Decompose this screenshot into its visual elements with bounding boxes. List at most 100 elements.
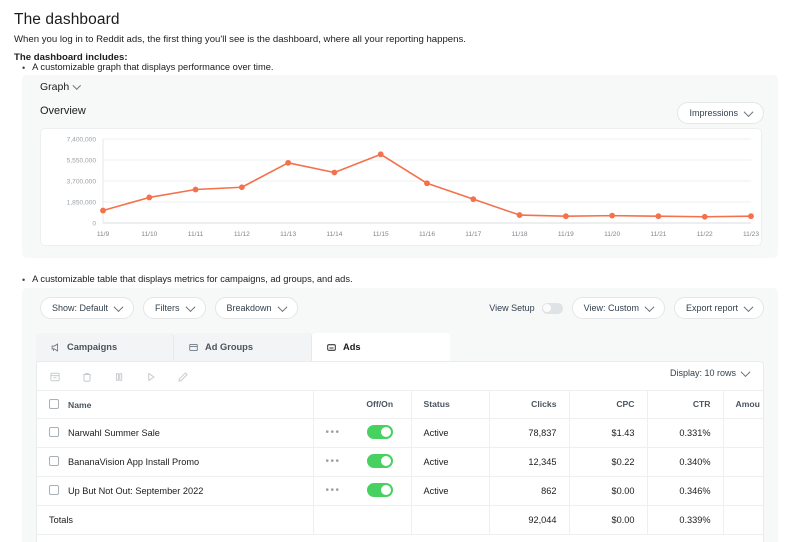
display-rows-label: Display: 10 rows <box>670 368 736 378</box>
chart-plot-area: 01,850,0003,700,0005,550,0007,400,000 11… <box>40 128 762 246</box>
intro-paragraph: When you log in to Reddit ads, the first… <box>14 34 466 45</box>
megaphone-icon <box>50 342 61 353</box>
table-row[interactable]: Up But Not Out: September 2022 ••• Activ… <box>37 476 764 505</box>
totals-ctr: 0.339% <box>647 505 723 534</box>
cell-cpc: $1.43 <box>569 418 647 447</box>
svg-text:11/17: 11/17 <box>465 231 481 238</box>
select-all-checkbox[interactable] <box>49 399 59 409</box>
chart-series-points <box>100 151 754 219</box>
cell-name-label: Narwahl Summer Sale <box>68 428 160 438</box>
entity-tabs: Campaigns Ad Groups Ads <box>36 333 764 361</box>
th-status[interactable]: Status <box>411 391 489 418</box>
chevron-down-icon <box>114 302 124 312</box>
th-ctr[interactable]: CTR <box>647 391 723 418</box>
th-amount[interactable]: Amou <box>723 391 764 418</box>
bullet-graph-text: A customizable graph that displays perfo… <box>32 62 273 72</box>
svg-text:11/21: 11/21 <box>650 231 666 238</box>
export-report-dropdown[interactable]: Export report <box>674 297 764 319</box>
filters-dropdown[interactable]: Filters <box>143 297 206 319</box>
trash-icon[interactable] <box>81 370 93 382</box>
table-row[interactable]: BananaVision App Install Promo ••• Activ… <box>37 447 764 476</box>
svg-text:0: 0 <box>92 221 96 228</box>
pause-icon[interactable] <box>113 370 125 382</box>
metric-selector-label: Impressions <box>689 108 738 118</box>
cell-amount <box>723 447 764 476</box>
totals-spacer <box>313 505 349 534</box>
page-root: The dashboard When you log in to Reddit … <box>0 0 800 542</box>
view-setup-toggle[interactable] <box>542 303 563 314</box>
breakdown-dropdown[interactable]: Breakdown <box>215 297 298 319</box>
export-report-label: Export report <box>686 303 738 313</box>
th-actions <box>313 391 349 418</box>
table-toolbar: Show: Default Filters Breakdown View Set… <box>22 297 778 323</box>
tab-ad-groups[interactable]: Ad Groups <box>174 333 312 361</box>
breakdown-dropdown-label: Breakdown <box>227 303 272 313</box>
th-cpc[interactable]: CPC <box>569 391 647 418</box>
row-toggle[interactable] <box>367 483 393 497</box>
th-offon[interactable]: Off/On <box>349 391 411 418</box>
chevron-down-icon <box>744 302 754 312</box>
graph-section-header[interactable]: Graph <box>40 81 80 93</box>
tab-campaigns-label: Campaigns <box>67 342 117 352</box>
cell-amount <box>723 418 764 447</box>
tab-campaigns[interactable]: Campaigns <box>36 333 174 361</box>
svg-text:11/18: 11/18 <box>512 231 528 238</box>
table-card: Show: Default Filters Breakdown View Set… <box>22 288 778 542</box>
cell-name-label: Up But Not Out: September 2022 <box>68 486 203 496</box>
view-dropdown[interactable]: View: Custom <box>572 297 665 319</box>
edit-icon[interactable] <box>177 370 189 382</box>
row-checkbox[interactable] <box>49 485 59 495</box>
overview-label: Overview <box>40 105 86 117</box>
th-clicks[interactable]: Clicks <box>489 391 569 418</box>
svg-text:5,550,000: 5,550,000 <box>67 158 97 165</box>
chevron-down-icon <box>741 367 751 377</box>
row-checkbox[interactable] <box>49 456 59 466</box>
show-dropdown[interactable]: Show: Default <box>40 297 134 319</box>
svg-text:11/11: 11/11 <box>188 231 204 238</box>
more-options-icon: ••• <box>326 485 341 496</box>
cell-cpc: $0.00 <box>569 476 647 505</box>
bullet-marker-icon: • <box>22 274 25 286</box>
metric-selector-dropdown[interactable]: Impressions <box>677 102 764 124</box>
cell-ctr: 0.340% <box>647 447 723 476</box>
archive-icon[interactable] <box>49 370 61 382</box>
table-header-row: Name Off/On Status Clicks CPC CTR Amou <box>37 391 764 418</box>
row-toggle[interactable] <box>367 425 393 439</box>
svg-text:11/10: 11/10 <box>141 231 157 238</box>
graph-card: Graph Overview Impressions 01,850,0003,7… <box>22 75 778 258</box>
view-setup-control[interactable]: View Setup <box>489 303 562 314</box>
play-icon[interactable] <box>145 370 157 382</box>
svg-text:11/20: 11/20 <box>604 231 620 238</box>
ads-metrics-table: Name Off/On Status Clicks CPC CTR Amou <box>37 391 764 535</box>
table-row[interactable]: Narwahl Summer Sale ••• Active 78,837 $1… <box>37 418 764 447</box>
row-overflow-menu[interactable]: ••• <box>313 447 349 476</box>
row-checkbox[interactable] <box>49 427 59 437</box>
show-dropdown-label: Show: Default <box>52 303 108 313</box>
th-name[interactable]: Name <box>37 391 313 418</box>
svg-text:11/15: 11/15 <box>373 231 389 238</box>
toolbar-right-group: View Setup View: Custom Export report <box>489 297 764 319</box>
svg-text:11/16: 11/16 <box>419 231 435 238</box>
totals-clicks: 92,044 <box>489 505 569 534</box>
svg-text:11/22: 11/22 <box>697 231 713 238</box>
totals-label: Totals <box>37 505 313 534</box>
tab-ads[interactable]: Ads <box>312 333 450 361</box>
view-dropdown-label: View: Custom <box>584 303 639 313</box>
cell-status: Active <box>411 447 489 476</box>
tab-ads-label: Ads <box>343 342 361 352</box>
bullet-table-text: A customizable table that displays metri… <box>32 274 352 284</box>
row-overflow-menu[interactable]: ••• <box>313 476 349 505</box>
view-setup-label: View Setup <box>489 303 534 313</box>
cell-name: Narwahl Summer Sale <box>37 418 313 447</box>
cell-cpc: $0.22 <box>569 447 647 476</box>
row-overflow-menu[interactable]: ••• <box>313 418 349 447</box>
display-rows-dropdown[interactable]: Display: 10 rows <box>670 368 749 378</box>
includes-subheading: The dashboard includes: <box>14 52 128 63</box>
table-body: Display: 10 rows Name Off/On Status Clic… <box>36 361 764 542</box>
svg-text:11/13: 11/13 <box>280 231 296 238</box>
cell-clicks: 78,837 <box>489 418 569 447</box>
chevron-down-icon <box>185 302 195 312</box>
cell-offon <box>349 476 411 505</box>
row-toggle[interactable] <box>367 454 393 468</box>
bullet-table: • A customizable table that displays met… <box>22 274 353 286</box>
